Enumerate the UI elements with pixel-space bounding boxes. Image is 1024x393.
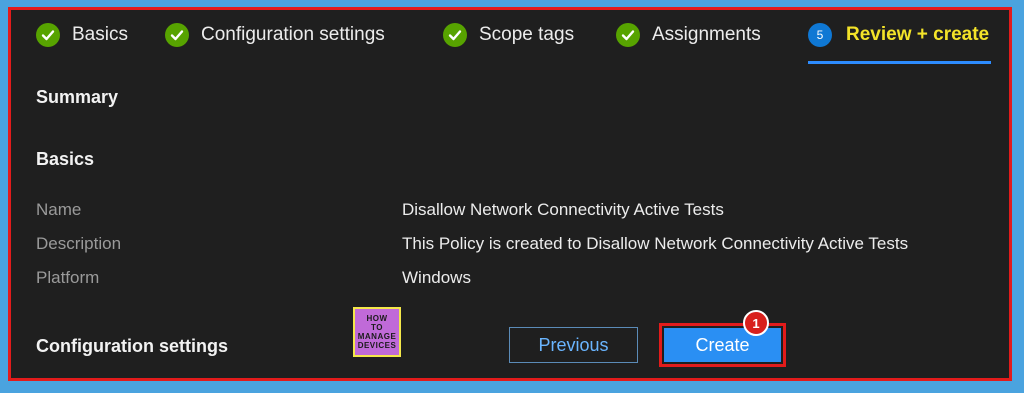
annotation-badge: 1	[743, 310, 769, 336]
logo-text: MANAGE	[357, 332, 397, 341]
summary-row-description: Description This Policy is created to Di…	[36, 234, 966, 260]
field-key: Name	[36, 200, 82, 219]
basics-heading: Basics	[36, 149, 95, 169]
field-value: Windows	[402, 268, 471, 287]
step-label: Review + create	[846, 24, 990, 45]
step-label: Configuration settings	[201, 24, 385, 45]
step-scope-tags[interactable]: Scope tags	[443, 17, 574, 53]
wizard-steps: Basics Configuration settings Scope tags…	[30, 17, 1006, 71]
logo-text: DEVICES	[357, 341, 397, 350]
configuration-settings-heading: Configuration settings	[36, 336, 228, 356]
field-value: This Policy is created to Disallow Netwo…	[402, 234, 909, 253]
step-configuration-settings[interactable]: Configuration settings	[165, 17, 385, 53]
previous-button[interactable]: Previous	[509, 327, 638, 363]
check-icon	[165, 23, 189, 47]
summary-heading: Summary	[36, 87, 119, 107]
summary-row-name: Name Disallow Network Connectivity Activ…	[36, 200, 966, 226]
watermark-logo: HOW TO MANAGE DEVICES	[353, 307, 401, 357]
step-basics[interactable]: Basics	[36, 17, 128, 53]
step-label: Scope tags	[479, 24, 575, 45]
step-review-create[interactable]: 5 Review + create	[808, 17, 992, 64]
step-assignments[interactable]: Assignments	[616, 17, 761, 53]
check-icon	[36, 23, 60, 47]
summary-row-platform: Platform Windows	[36, 268, 966, 294]
logo-text: HOW	[366, 314, 388, 323]
step-label: Assignments	[652, 24, 761, 45]
check-icon	[443, 23, 467, 47]
logo-text: TO	[371, 323, 383, 332]
field-key: Platform	[36, 268, 100, 287]
field-value: Disallow Network Connectivity Active Tes…	[402, 200, 724, 219]
step-label: Basics	[72, 24, 128, 45]
step-number-badge: 5	[808, 23, 832, 47]
check-icon	[616, 23, 640, 47]
field-key: Description	[36, 234, 122, 253]
